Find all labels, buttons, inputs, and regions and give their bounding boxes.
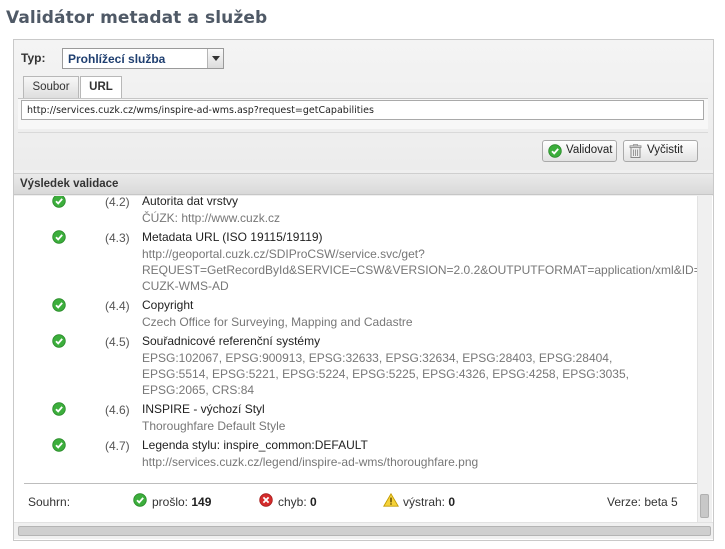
summary-warnings: výstrah: 0 [403,495,455,509]
item-title: Souřadnicové referenční systémy [142,334,321,348]
item-value: http://services.cuzk.cz/legend/inspire-a… [142,455,479,469]
check-circle-icon [52,334,66,351]
clear-button[interactable]: Vyčistit [623,140,698,162]
summary-divider [24,483,697,484]
tab-soubor[interactable]: Soubor [23,76,79,98]
item-number: (4.7) [105,439,130,453]
check-circle-icon [52,402,66,419]
chevron-down-icon[interactable] [207,49,223,68]
vertical-scrollbar[interactable] [697,196,712,522]
validate-button[interactable]: Validovat [542,140,617,162]
tab-url[interactable]: URL [80,76,122,99]
x-circle-icon [259,493,273,510]
summary-errors-label: chyb: [278,495,307,509]
item-title: INSPIRE - výchozí Styl [142,402,265,416]
horizontal-scrollbar-thumb[interactable] [18,526,711,536]
item-value: Thoroughfare Default Style [142,419,286,433]
clear-button-label: Vyčistit [647,144,683,156]
version-label: Verze: beta 5 [607,495,678,509]
divider [18,132,708,133]
item-title: Legenda stylu: inspire_common:DEFAULT [142,438,368,452]
check-circle-icon [548,144,562,161]
summary-passed-count: 149 [191,495,212,509]
check-circle-icon [133,493,147,510]
summary-passed: prošlo: 149 [152,495,211,509]
type-label: Typ: [21,51,46,65]
type-select-value: Prohlížecí služba [68,52,166,66]
summary-label: Souhrn: [28,495,71,509]
validator-panel: Typ: Prohlížecí služba Soubor URL http:/… [13,39,714,541]
warning-triangle-icon [383,492,399,510]
type-select[interactable]: Prohlížecí služba [62,48,224,69]
trash-icon [629,144,642,161]
result-body: (4.2) Autorita dat vrstvy ČÚZK: http://w… [14,196,713,540]
validate-button-label: Validovat [566,144,613,156]
item-number: (4.5) [105,335,130,349]
check-circle-icon [52,230,66,247]
summary-errors-count: 0 [310,495,317,509]
item-number: (4.3) [105,231,130,245]
item-number: (4.2) [105,196,130,209]
item-value: ČÚZK: http://www.cuzk.cz [142,211,281,225]
url-input[interactable]: http://services.cuzk.cz/wms/inspire-ad-w… [21,100,704,120]
page-title: Validátor metadat a služeb [6,8,268,28]
item-value: Czech Office for Surveying, Mapping and … [142,315,413,329]
vertical-scrollbar-thumb[interactable] [700,494,709,518]
item-value: EPSG:102067, EPSG:900913, EPSG:32633, EP… [142,351,629,397]
summary-bar: Souhrn: prošlo: 149 chyb: 0 výstrah: 0 V… [14,492,704,513]
check-circle-icon [52,196,66,211]
result-header: Výsledek validace [14,173,713,195]
summary-warnings-label: výstrah: [403,495,446,509]
form-area: Typ: Prohlížecí služba Soubor URL http:/… [14,40,713,170]
check-circle-icon [52,298,66,315]
item-title: Copyright [142,298,194,312]
check-circle-icon [52,438,66,455]
item-title: Autorita dat vrstvy [142,196,239,208]
item-number: (4.4) [105,299,130,313]
item-value: http://geoportal.cuzk.cz/SDIProCSW/servi… [142,247,698,293]
summary-warnings-count: 0 [448,495,456,509]
item-number: (4.6) [105,403,130,417]
summary-errors: chyb: 0 [278,495,317,509]
item-title: Metadata URL (ISO 19115/19119) [142,230,323,244]
summary-passed-label: prošlo: [152,495,189,509]
